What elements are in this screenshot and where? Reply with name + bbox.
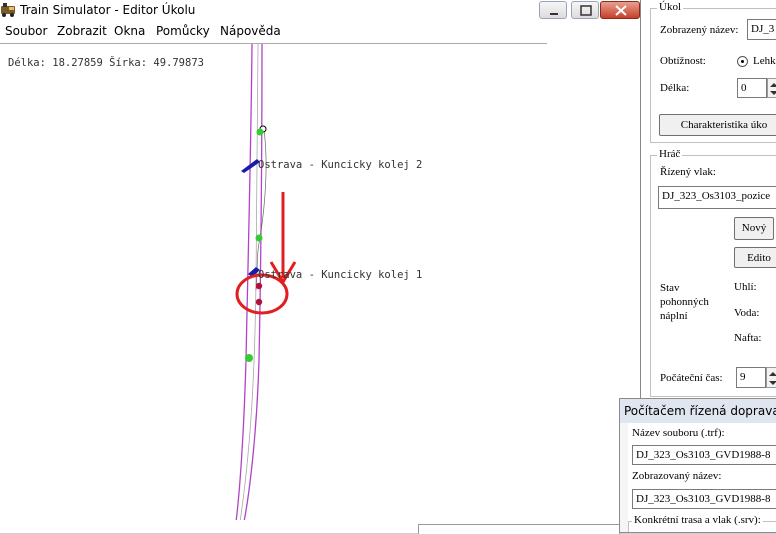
consumables-label-line3: náplní <box>660 310 688 322</box>
traffic-file-label: Název souboru (.trf): <box>632 427 725 439</box>
ai-traffic-title-bar[interactable]: Počítačem řízená doprava <box>620 399 776 423</box>
track-label-kolej-2: Ostrava - Kuncicky kolej 2 <box>258 159 423 171</box>
diesel-label: Nafta: <box>734 332 762 344</box>
new-train-button[interactable]: Nový <box>734 217 774 240</box>
water-label: Voda: <box>734 307 760 319</box>
controlled-train-label: Řízený vlak: <box>660 166 716 178</box>
green-marker-3[interactable] <box>245 354 253 362</box>
track-label-kolej-1: Ostrava - Kuncicky kolej 1 <box>258 269 423 281</box>
start-time-spinner[interactable] <box>766 367 776 388</box>
ai-traffic-window: Počítačem řízená doprava Název souboru (… <box>619 398 776 533</box>
ai-traffic-title: Počítačem řízená doprava <box>624 404 776 418</box>
coal-label: Uhlí: <box>734 281 757 293</box>
consumables-label-line2: pohonných <box>660 296 709 308</box>
difficulty-easy-label: Lehk <box>753 55 776 67</box>
green-marker-1[interactable] <box>256 128 264 136</box>
spinner-arrows-icon <box>769 372 776 385</box>
task-group-title: Úkol <box>657 1 683 13</box>
task-characteristics-button[interactable]: Charakteristika úko <box>659 114 776 136</box>
difficulty-radio-easy[interactable] <box>737 56 748 67</box>
difficulty-label: Obtížnost: <box>660 55 706 67</box>
display-name-label: Zobrazený název: <box>660 24 739 36</box>
track-line-left <box>235 43 253 523</box>
edit-train-button[interactable]: Edito <box>734 247 776 268</box>
service-group-label: Konkrétní trasa a vlak (.srv): <box>632 514 763 526</box>
length-field[interactable]: 0 <box>737 78 767 98</box>
length-spinner[interactable] <box>767 78 776 98</box>
red-marker-1[interactable] <box>255 282 263 290</box>
traffic-file-select[interactable]: DJ_323_Os3103_GVD1988-8 <box>632 445 776 465</box>
red-marker-2[interactable] <box>255 298 263 306</box>
editor-window: Train Simulator - Editor Úkolu Soubor Zo… <box>0 0 640 534</box>
green-marker-2[interactable] <box>255 234 263 242</box>
map-canvas[interactable] <box>0 0 640 533</box>
start-time-label: Počáteční čas: <box>660 372 723 384</box>
ai-traffic-body: Název souboru (.trf): DJ_323_Os3103_GVD1… <box>628 423 776 532</box>
start-time-field[interactable]: 9 <box>736 367 766 388</box>
player-group-title: Hráč <box>657 148 683 160</box>
traffic-display-label: Zobrazovaný název: <box>632 470 722 482</box>
traffic-display-field[interactable]: DJ_323_Os3103_GVD1988-8 <box>632 489 776 509</box>
consumables-label-line1: Stav <box>660 282 680 294</box>
display-name-field[interactable]: DJ_3 <box>747 19 776 40</box>
length-label: Délka: <box>660 82 690 94</box>
controlled-train-select[interactable]: DJ_323_Os3103_pozice <box>658 186 776 209</box>
spinner-arrows-icon <box>770 83 776 95</box>
